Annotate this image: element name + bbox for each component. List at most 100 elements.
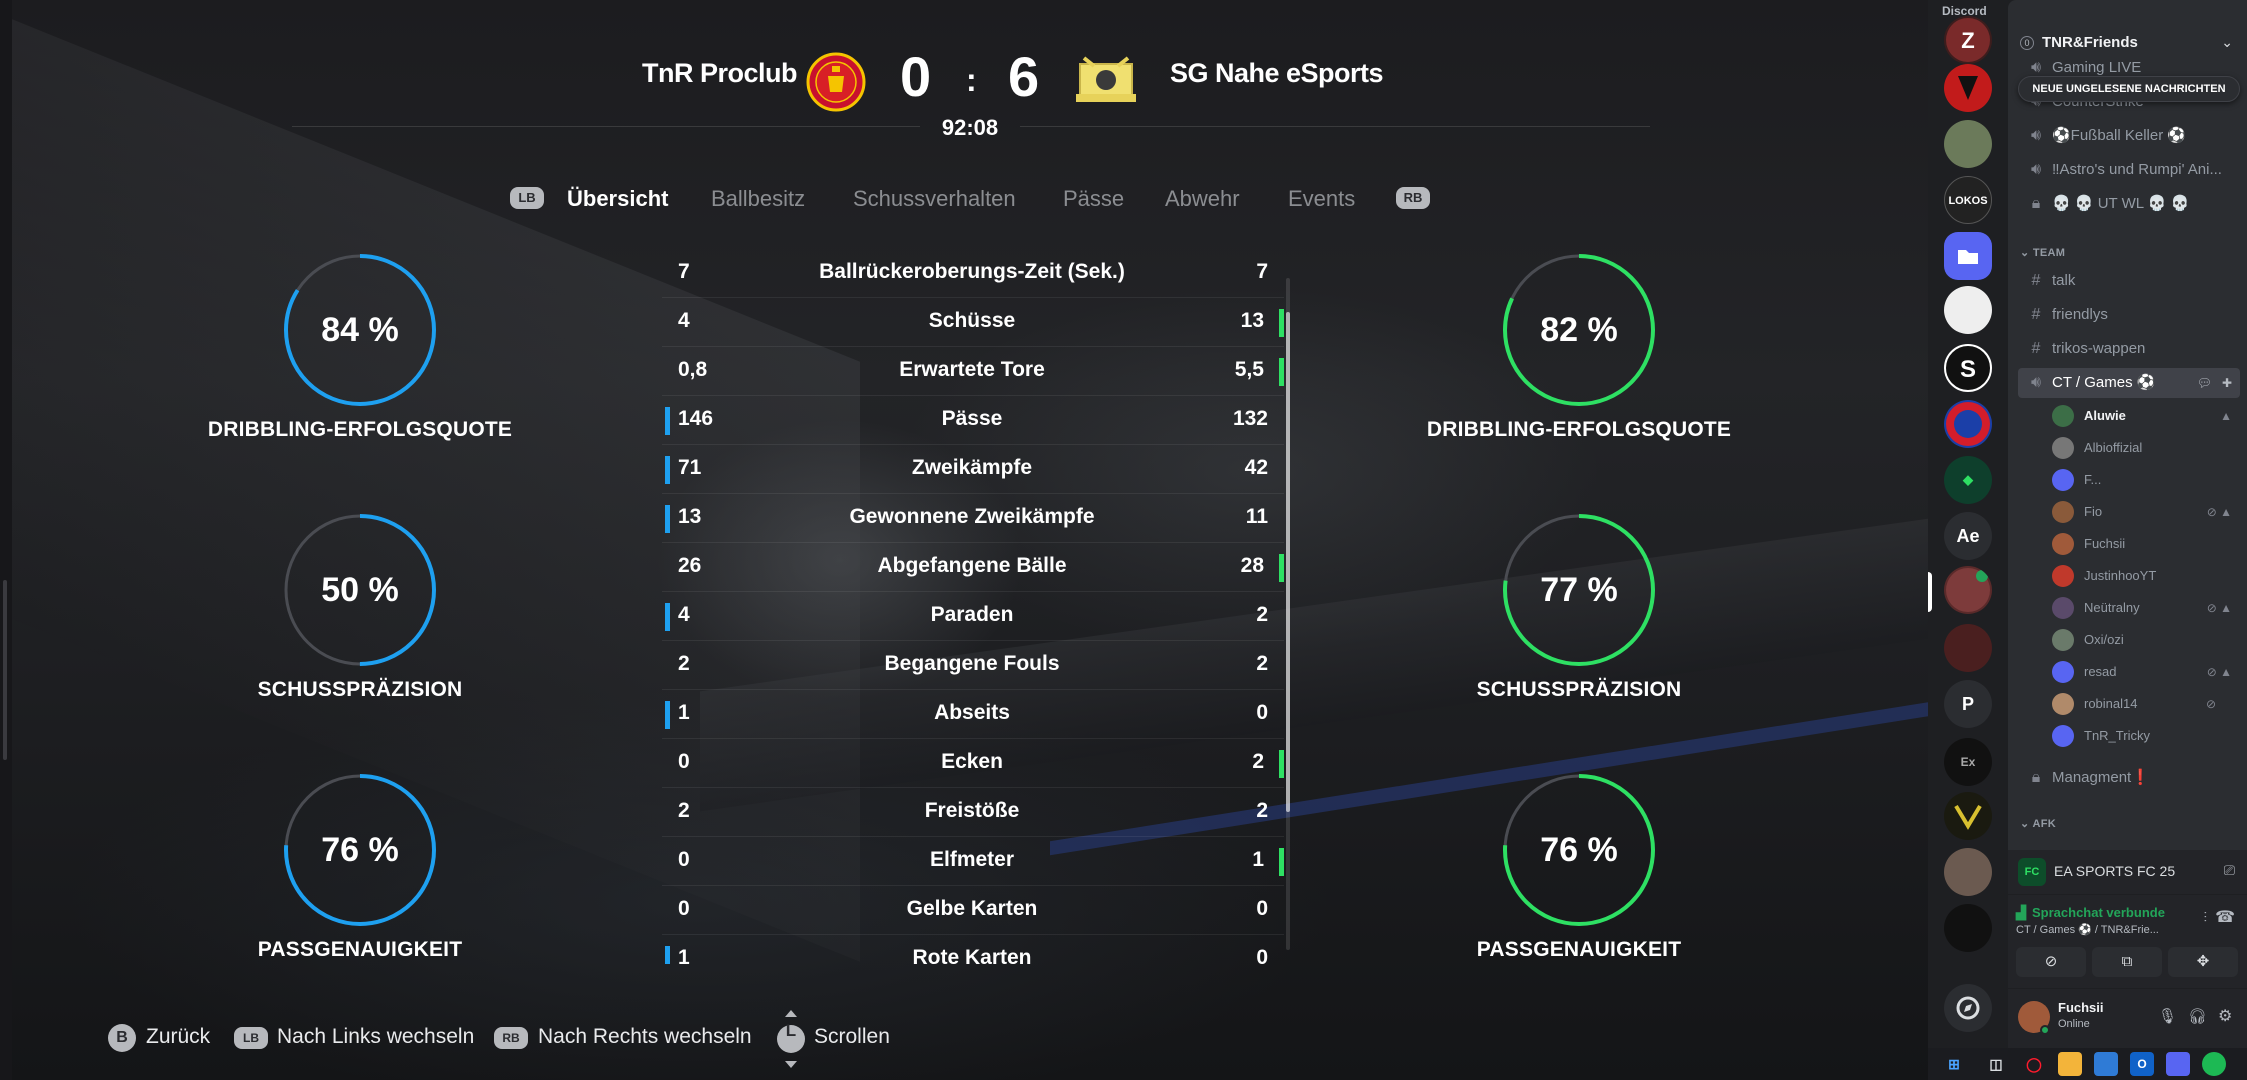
lb-button-icon[interactable]: LB xyxy=(510,187,544,209)
windows-start-icon[interactable]: ⊞ xyxy=(1942,1052,1966,1076)
voice-user[interactable]: Albioffizial xyxy=(2052,433,2240,463)
away-value: 0 xyxy=(1256,701,1268,724)
file-explorer-icon[interactable] xyxy=(2058,1052,2082,1076)
screen-share-button[interactable]: ⧉ xyxy=(2092,947,2162,977)
scroll-hint[interactable]: Scrollen xyxy=(814,1025,890,1049)
channel-item[interactable]: # friendlys xyxy=(2018,300,2240,330)
add-user-icon[interactable]: ✚ xyxy=(2222,368,2232,398)
channel-label: friendlys xyxy=(2052,306,2108,323)
away-stat-value-0: 82 % xyxy=(1540,311,1618,349)
stat-row: 146 Pässe 132 xyxy=(662,397,1284,445)
server-icon-lokos[interactable]: LOKOS xyxy=(1944,176,1992,224)
headphones-icon[interactable]: 🎧︎ xyxy=(2188,1007,2207,1025)
category-team[interactable]: ⌄ TEAM xyxy=(2020,246,2065,259)
server-icon-z[interactable]: Z xyxy=(1944,16,1992,64)
unread-messages-banner[interactable]: NEUE UNGELESENE NACHRICHTEN xyxy=(2018,76,2240,102)
voice-user[interactable]: Oxi/ozi xyxy=(2052,625,2240,655)
server-icon-green[interactable]: ◆ xyxy=(1944,456,1992,504)
server-icon-gold[interactable] xyxy=(1944,792,1992,840)
task-view-icon[interactable]: ◫ xyxy=(1984,1052,2008,1076)
server-icon-ae[interactable]: Ae xyxy=(1944,512,1992,560)
channel-item[interactable]: 🔊︎ ‼Astro's und Rumpi' Ani... xyxy=(2018,155,2240,185)
voice-user[interactable]: TnR_Tricky xyxy=(2052,721,2240,751)
server-icon-active[interactable] xyxy=(1944,566,1992,614)
avatar xyxy=(2052,565,2074,587)
playstation-icon: ▲ xyxy=(2220,409,2232,423)
disconnect-icon[interactable]: ☎ xyxy=(2215,907,2235,927)
server-icon-3[interactable] xyxy=(1944,120,1992,168)
channel-item[interactable]: 🔒︎ 💀 💀 UT WL 💀 💀 xyxy=(2018,189,2240,219)
hash-icon: # xyxy=(2031,306,2041,323)
server-icon-person[interactable] xyxy=(1944,848,1992,896)
stat-row: 0 Ecken 2 xyxy=(662,740,1284,788)
voice-channel-path[interactable]: CT / Games ⚽ / TNR&Frie... xyxy=(2016,923,2159,936)
tab-uebersicht[interactable]: Übersicht xyxy=(567,186,668,212)
voice-user[interactable]: Fio ⊘ ▲ xyxy=(2052,497,2240,527)
opera-icon[interactable]: ◯ xyxy=(2022,1052,2046,1076)
channel-managment[interactable]: 🔒︎ Managment❗ xyxy=(2018,763,2240,793)
camera-off-button[interactable]: ⊘ xyxy=(2016,947,2086,977)
voice-user[interactable]: resad ⊘ ▲ xyxy=(2052,657,2240,687)
tab-abwehr[interactable]: Abwehr xyxy=(1165,186,1240,212)
server-icon-dark[interactable] xyxy=(1944,624,1992,672)
stat-row: 0 Elfmeter 1 xyxy=(662,838,1284,886)
windows-taskbar: ⊞ ◫ ◯ O xyxy=(1928,1048,2247,1080)
category-afk[interactable]: ⌄ AFK xyxy=(2020,817,2056,830)
away-lead-indicator xyxy=(1279,750,1284,778)
tab-schussverhalten[interactable]: Schussverhalten xyxy=(853,186,1016,212)
stats-table[interactable]: 7 Ballrückeroberungs-Zeit (Sek.) 7 4 Schüsse… xyxy=(662,250,1284,964)
server-icon-black[interactable] xyxy=(1944,904,1992,952)
server-icon-red[interactable] xyxy=(1944,64,1992,112)
tab-paesse[interactable]: Pässe xyxy=(1063,186,1124,212)
stream-icon[interactable]: ⎚ xyxy=(2224,862,2235,879)
tab-ballbesitz[interactable]: Ballbesitz xyxy=(711,186,805,212)
server-boost-icon: 0 xyxy=(2020,36,2034,50)
stat-name: Paraden xyxy=(930,603,1014,626)
outlook-icon[interactable]: O xyxy=(2130,1052,2154,1076)
spotify-icon[interactable] xyxy=(2202,1052,2226,1076)
voice-status[interactable]: Sprachchat verbunde xyxy=(2032,905,2165,920)
discord-taskbar-icon[interactable] xyxy=(2166,1052,2190,1076)
switch-left-hint[interactable]: Nach Links wechseln xyxy=(277,1025,474,1049)
channel-item[interactable]: # talk xyxy=(2018,266,2240,296)
explore-icon[interactable] xyxy=(1944,984,1992,1032)
gear-icon[interactable]: ⚙ xyxy=(2218,1006,2232,1026)
noise-suppression-icon[interactable]: ⫶ xyxy=(2204,909,2208,926)
channel-label: Gaming LIVE xyxy=(2052,59,2142,76)
channel-item[interactable]: 🔊︎ CT / Games ⚽ 💬︎ ✚ xyxy=(2018,368,2240,398)
home-stat-value-2: 76 % xyxy=(321,831,399,869)
voice-user[interactable]: Aluwie ▲ xyxy=(2052,401,2240,431)
server-icon-s[interactable]: S xyxy=(1944,344,1992,392)
store-icon[interactable] xyxy=(2094,1052,2118,1076)
chevron-down-icon[interactable]: ⌄ xyxy=(2221,34,2233,51)
voice-user[interactable]: F... xyxy=(2052,465,2240,495)
activities-button[interactable]: ✥ xyxy=(2168,947,2238,977)
server-list: Discord Z LOKOS S ◆ Ae P Ex xyxy=(1928,0,2008,1048)
tab-events[interactable]: Events xyxy=(1288,186,1355,212)
server-icon-ex[interactable]: Ex xyxy=(1944,738,1992,786)
server-icon-face[interactable] xyxy=(1944,286,1992,334)
user-name[interactable]: Fuchsii xyxy=(2058,1000,2104,1015)
server-name[interactable]: TNR&Friends xyxy=(2042,34,2138,51)
stats-scrollbar-thumb[interactable] xyxy=(1286,312,1290,812)
switch-right-hint[interactable]: Nach Rechts wechseln xyxy=(538,1025,752,1049)
server-icon-p[interactable]: P xyxy=(1944,680,1992,728)
channel-item[interactable]: # trikos-wappen xyxy=(2018,334,2240,364)
home-lead-indicator xyxy=(665,701,670,729)
stat-name: Rote Karten xyxy=(912,946,1032,964)
avatar xyxy=(2052,437,2074,459)
voice-user[interactable]: Fuchsii xyxy=(2052,529,2240,559)
home-value: 4 xyxy=(678,309,690,332)
voice-user[interactable]: robinal14 ⊘ xyxy=(2052,689,2240,719)
voice-user[interactable]: Neütralny ⊘ ▲ xyxy=(2052,593,2240,623)
back-hint[interactable]: Zurück xyxy=(146,1025,210,1049)
channel-item[interactable]: 🔊︎ ⚽Fußball Keller ⚽ xyxy=(2018,121,2240,151)
server-icon-dm[interactable] xyxy=(1944,400,1992,448)
microphone-icon[interactable]: 🎙︎ xyxy=(2158,1007,2177,1025)
server-folder-icon[interactable] xyxy=(1944,232,1992,280)
avatar xyxy=(2052,597,2074,619)
chat-bubble-icon[interactable]: 💬︎ xyxy=(2197,368,2212,398)
voice-user-name: Oxi/ozi xyxy=(2084,632,2124,647)
rb-button-icon[interactable]: RB xyxy=(1396,187,1430,209)
voice-user[interactable]: JustinhooYT xyxy=(2052,561,2240,591)
